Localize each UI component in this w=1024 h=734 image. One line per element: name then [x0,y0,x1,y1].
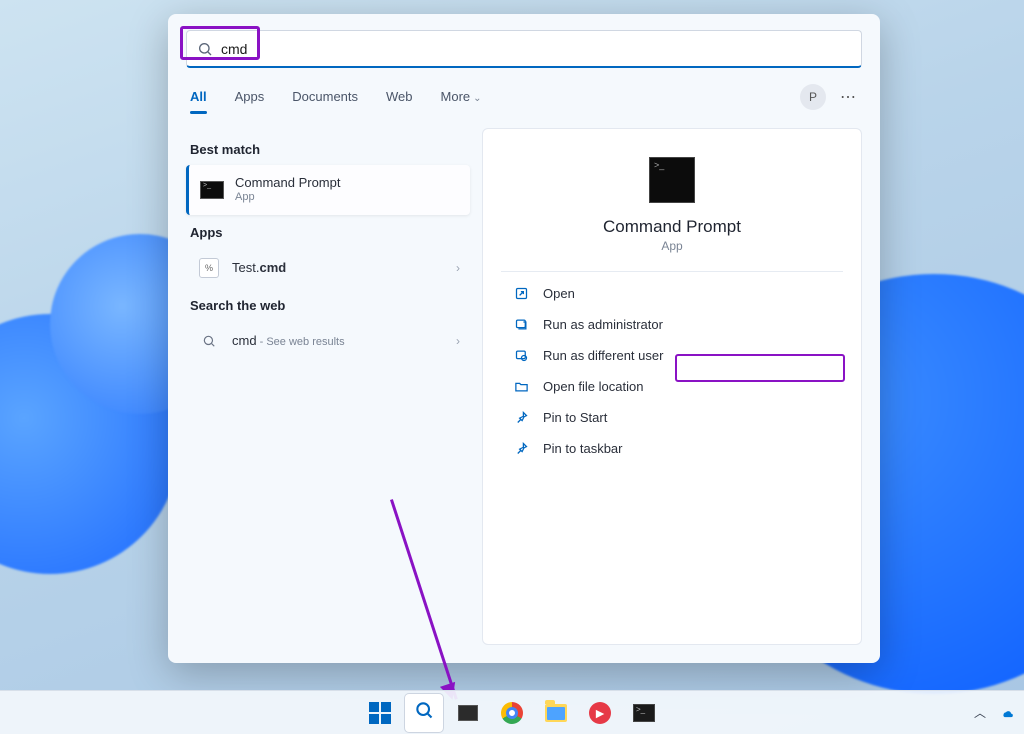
tab-more[interactable]: More⌄ [441,81,482,112]
tab-apps[interactable]: Apps [235,81,265,112]
search-icon [414,700,434,725]
file-explorer-icon [545,704,567,722]
chrome-icon [501,702,523,724]
overflow-menu-button[interactable]: ⋯ [840,87,858,107]
web-header: Search the web [190,298,466,313]
apps-header: Apps [190,225,466,240]
action-run-as-administrator[interactable]: Run as administrator [505,309,839,340]
action-pin-to-taskbar[interactable]: Pin to taskbar [505,433,839,464]
result-web-search[interactable]: cmd - See web results › [186,321,470,361]
pin-icon [511,441,531,456]
result-subtitle: App [235,191,460,205]
taskbar-app-button[interactable]: ► [581,694,619,732]
taskview-icon [458,705,478,721]
tab-documents[interactable]: Documents [292,81,358,112]
chevron-down-icon: ⌄ [473,93,481,104]
app-icon: ► [589,702,611,724]
taskbar: ► ︿ [0,690,1024,734]
result-test-cmd[interactable]: % Test.cmd › [186,248,470,288]
taskbar-start-button[interactable] [361,694,399,732]
taskbar-tray[interactable]: ︿ [974,704,1014,721]
filter-tabs: All Apps Documents Web More⌄ P ⋯ [168,74,880,114]
onedrive-icon[interactable] [1000,706,1014,720]
taskbar-taskview-button[interactable] [449,694,487,732]
best-match-header: Best match [190,142,466,157]
command-prompt-icon [649,157,695,203]
search-icon [196,330,222,352]
action-pin-to-start[interactable]: Pin to Start [505,402,839,433]
user-icon [511,348,531,363]
action-open[interactable]: Open [505,278,839,309]
search-icon [197,41,213,57]
cmd-file-icon: % [199,258,219,278]
taskbar-chrome-button[interactable] [493,694,531,732]
windows-logo-icon [369,702,391,724]
results-column: Best match Command Prompt App Apps % Tes… [168,122,476,663]
action-open-file-location[interactable]: Open file location [505,371,839,402]
taskbar-explorer-button[interactable] [537,694,575,732]
open-icon [511,286,531,301]
tab-web[interactable]: Web [386,81,413,112]
command-prompt-icon [200,181,224,199]
shield-icon [511,317,531,332]
taskbar-search-button[interactable] [405,694,443,732]
preview-title: Command Prompt [603,217,741,237]
terminal-icon [633,704,655,722]
preview-subtitle: App [661,239,682,253]
search-input[interactable] [221,41,851,57]
account-avatar[interactable]: P [800,84,826,110]
tab-all[interactable]: All [190,81,207,112]
action-run-as-different-user[interactable]: Run as different user [505,340,839,371]
search-box[interactable] [186,30,862,68]
start-search-panel: All Apps Documents Web More⌄ P ⋯ Best ma… [168,14,880,663]
taskbar-terminal-button[interactable] [625,694,663,732]
result-command-prompt[interactable]: Command Prompt App [186,165,470,215]
divider [501,271,843,272]
chevron-up-icon[interactable]: ︿ [974,704,986,721]
chevron-right-icon: › [456,261,460,275]
pin-icon [511,410,531,425]
preview-pane: Command Prompt App Open Run as administr… [482,128,862,645]
result-title: Command Prompt [235,175,460,191]
chevron-right-icon: › [456,334,460,348]
folder-icon [511,379,531,394]
